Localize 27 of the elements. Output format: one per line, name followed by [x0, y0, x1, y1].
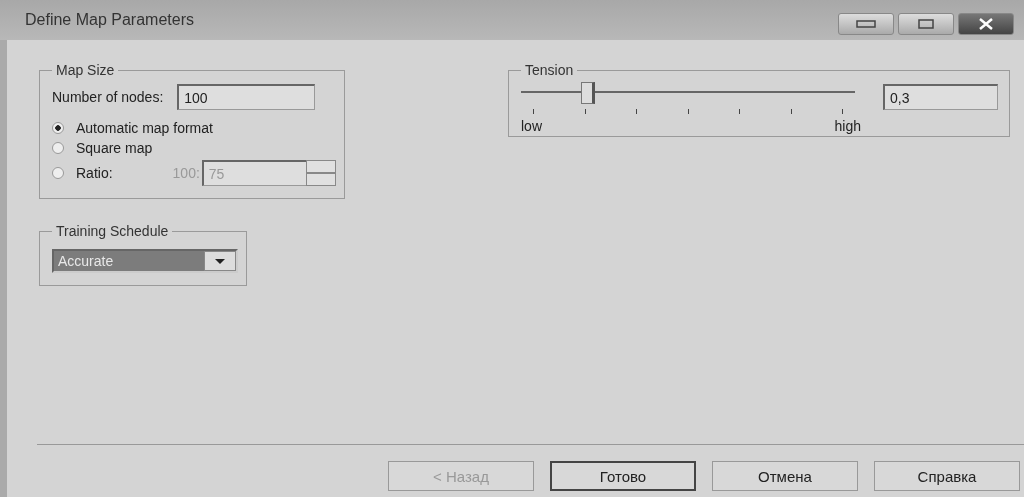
high-label: high [834, 118, 861, 134]
dialog-button[interactable]: Готово [550, 461, 696, 491]
caret-down-icon [214, 257, 226, 265]
radio-button[interactable] [52, 142, 64, 154]
minimize-button[interactable] [838, 13, 894, 35]
low-label: low [521, 118, 542, 134]
nodes-input[interactable]: 100 [177, 84, 316, 110]
group-title: Training Schedule [55, 223, 170, 239]
group-title: Tension [524, 62, 575, 78]
restore-icon [918, 19, 934, 29]
restore-button[interactable] [898, 13, 954, 35]
dialog-button[interactable]: Отмена [712, 461, 858, 491]
group-title: Map Size [55, 62, 116, 78]
field-label: Number of nodes: [52, 89, 164, 105]
close-icon [978, 18, 994, 30]
option-label: Ratio: [76, 165, 113, 181]
radio-button[interactable] [52, 167, 64, 179]
option-label: Automatic map format [76, 120, 213, 136]
option-label: Square map [76, 140, 153, 156]
dialog-button[interactable]: Справка [874, 461, 1020, 491]
radio-button[interactable] [52, 122, 64, 134]
window-title: Define Map Parameters [25, 11, 194, 29]
spinner-icon[interactable] [305, 160, 336, 186]
tension-input[interactable]: 0,3 [883, 84, 998, 110]
minimize-icon [856, 20, 876, 28]
ratio-prefix: 100: [172, 165, 200, 181]
close-button[interactable] [958, 13, 1014, 35]
